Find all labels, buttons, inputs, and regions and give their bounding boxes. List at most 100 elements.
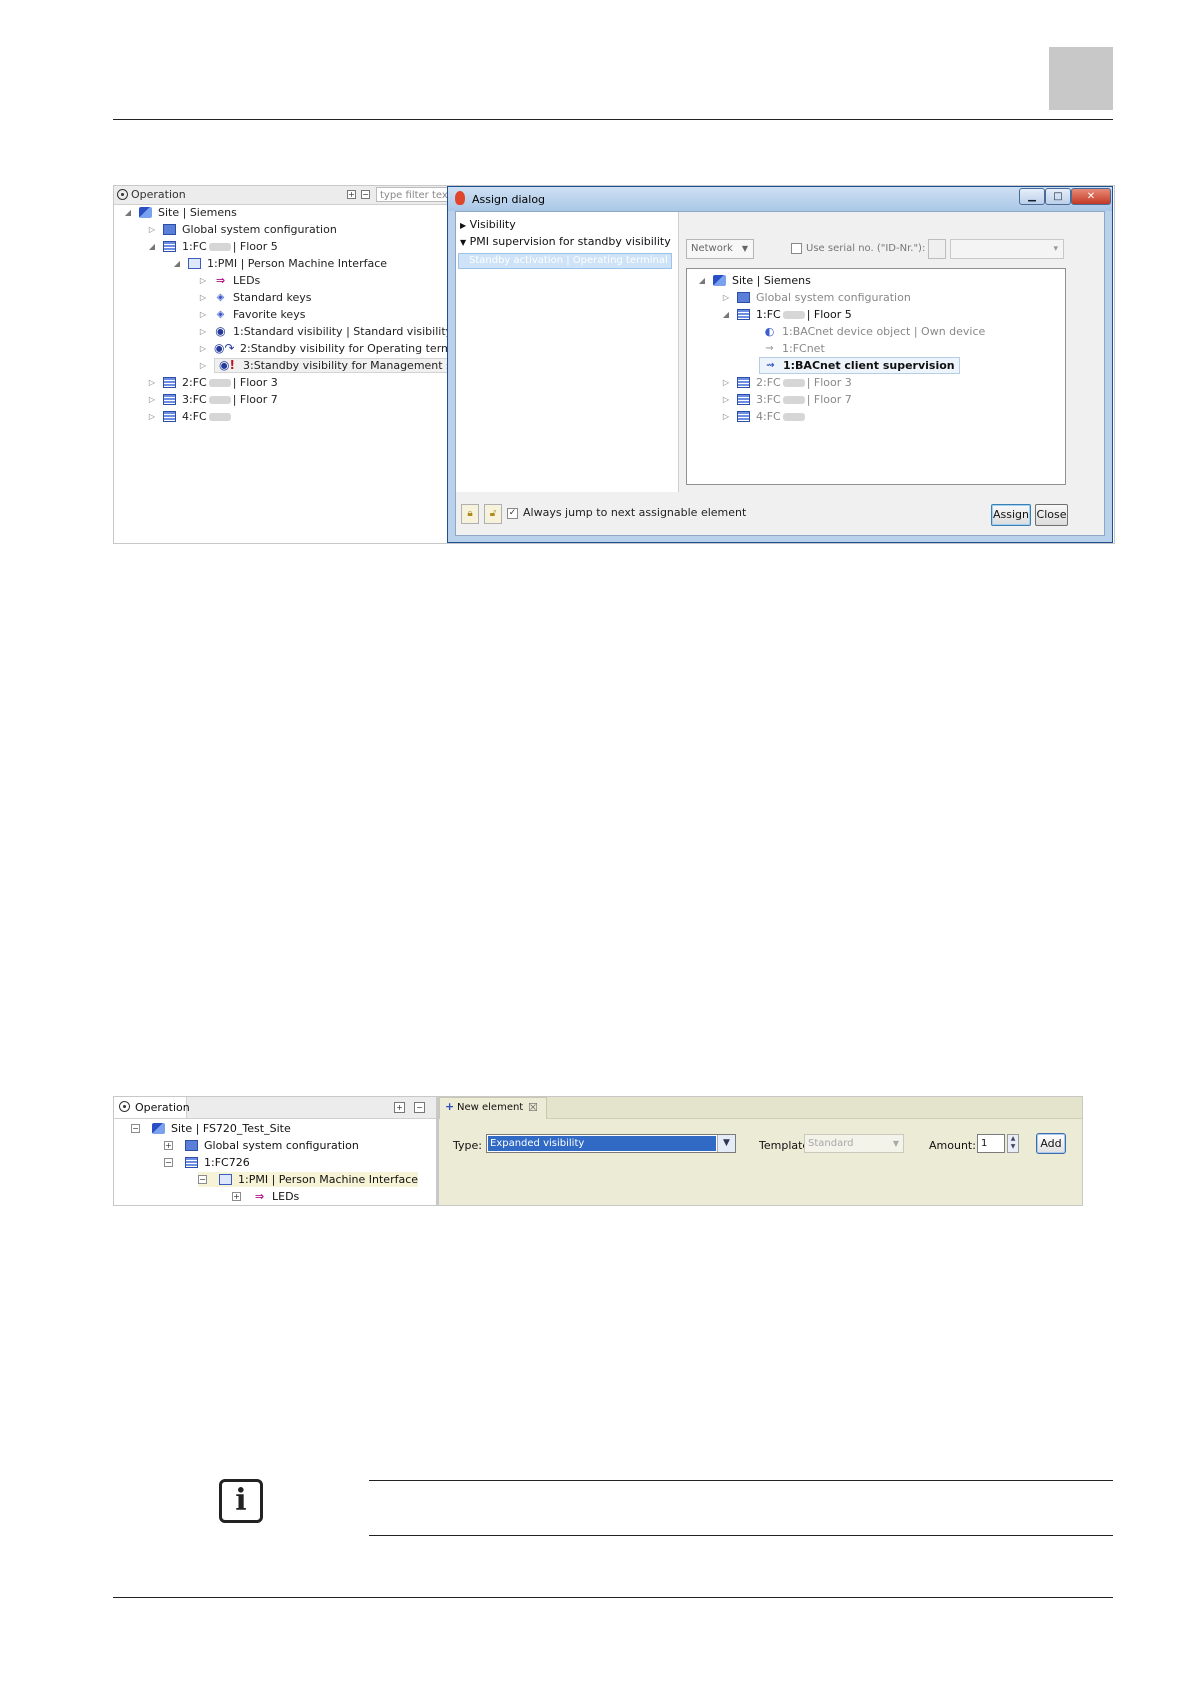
unlock-button[interactable]: 🔓︎	[484, 504, 502, 524]
tree-node-bacnet-device[interactable]: ◐ 1:BACnet device object | Own device	[763, 324, 986, 339]
tree-node-site[interactable]: ◢ Site | Siemens	[697, 273, 811, 288]
tree-node-fcnet[interactable]: ⇝ 1:FCnet	[763, 341, 824, 356]
tree-node-label: 1:BACnet client supervision	[783, 359, 955, 372]
maximize-button[interactable]: □	[1045, 188, 1071, 205]
tree-node-fc-floor3[interactable]: ▷ 2:FC | Floor 3	[147, 375, 278, 390]
tree-node-bacnet-client-supervision[interactable]: ⇝ 1:BACnet client supervision	[759, 357, 960, 374]
expand-all-button[interactable]: +	[394, 1102, 405, 1113]
tree-node-standby-management-station[interactable]: ▷ ◉! 3:Standby visibility for Management…	[198, 358, 487, 373]
footer-rule	[113, 1597, 1113, 1598]
expand-toggle-icon[interactable]: ▷	[721, 378, 731, 387]
list-item-label: PMI supervision for standby visibility	[469, 235, 671, 248]
assign-button[interactable]: Assign	[991, 504, 1031, 526]
tree-node-favorite-keys[interactable]: ▷ ◈ Favorite keys	[198, 307, 306, 322]
list-item-visibility[interactable]: ▶ Visibility	[460, 218, 516, 231]
operation-pane-title[interactable]: Operation	[117, 188, 186, 201]
expand-toggle-icon[interactable]: ◢	[697, 276, 707, 285]
template-dropdown[interactable]: Standard ▼	[804, 1134, 904, 1153]
minimize-button[interactable]: ▁	[1019, 188, 1045, 205]
dialog-title-bar[interactable]: Assign dialog ▁ □ ✕	[448, 187, 1112, 211]
redacted-text	[208, 395, 231, 404]
tree-node-label: Site | Siemens	[732, 274, 811, 287]
expand-toggle-icon[interactable]: ▷	[147, 395, 157, 404]
expand-toggle-icon[interactable]: ▷	[198, 293, 208, 302]
collapse-all-button[interactable]: −	[414, 1102, 425, 1113]
collapse-toggle-icon[interactable]: −	[164, 1158, 173, 1167]
expand-toggle-icon[interactable]: ▷	[721, 412, 731, 421]
tree-node-global-config[interactable]: ▷ Global system configuration	[147, 222, 337, 237]
tree-node-fc-4[interactable]: ▷ 4:FC	[147, 409, 233, 424]
tree-node-label: Standard keys	[233, 291, 312, 304]
selected-row[interactable]: ◉! 3:Standby visibility for Management s…	[214, 358, 487, 373]
tree-node-standby-operating-terminal[interactable]: ▷ ◉↷ 2:Standby visibility for Operating …	[198, 341, 472, 356]
tab-new-element[interactable]: + New element ☒	[439, 1097, 547, 1119]
tree-node-standard-visibility[interactable]: ▷ ◉ 1:Standard visibility | Standard vis…	[198, 324, 452, 339]
tree-node-label: Site | Siemens	[158, 206, 237, 219]
expand-toggle-icon[interactable]: ▷	[198, 276, 208, 285]
tree-node-pmi[interactable]: ◢ 1:PMI | Person Machine Interface	[172, 256, 387, 271]
network-dropdown[interactable]: Network ▼	[686, 239, 754, 259]
tree-node-fc-floor5[interactable]: ◢ 1:FC | Floor 5	[147, 239, 278, 254]
tree-node-site[interactable]: ◢ Site | Siemens	[123, 205, 237, 220]
expand-toggle-icon[interactable]: ▷	[198, 327, 208, 336]
list-item-pmi-supervision[interactable]: ▼ PMI supervision for standby visibility	[460, 235, 671, 248]
expand-toggle-icon[interactable]: ◢	[172, 259, 182, 268]
tree-node-fc-floor3[interactable]: ▷ 2:FC | Floor 3	[721, 375, 852, 390]
collapse-all-button[interactable]: −	[361, 190, 370, 199]
amount-stepper[interactable]: ▲ ▼	[1007, 1134, 1019, 1153]
expand-toggle-icon[interactable]: ◢	[123, 208, 133, 217]
expand-toggle-icon[interactable]: ▷	[721, 395, 731, 404]
serial-scan-button[interactable]	[928, 239, 946, 259]
fire-controller-icon	[163, 394, 176, 405]
tree-node-site[interactable]: − Site | FS720_Test_Site	[131, 1121, 291, 1136]
expand-toggle-icon[interactable]: ◢	[721, 310, 731, 319]
collapse-toggle-icon[interactable]: −	[131, 1124, 140, 1133]
list-item-selected[interactable]: Standby activation | Operating terminal	[458, 253, 672, 269]
expand-toggle-icon[interactable]: +	[164, 1141, 173, 1150]
collapse-toggle-icon[interactable]: −	[198, 1175, 207, 1184]
tree-node-leds[interactable]: + ⇒ LEDs	[232, 1189, 299, 1204]
tree-node-fc-floor5[interactable]: ◢ 1:FC | Floor 5	[721, 307, 852, 322]
expand-toggle-icon[interactable]: ▷	[721, 293, 731, 302]
operation-pane-header: Operation + − type filter text	[114, 186, 470, 205]
add-button[interactable]: Add	[1036, 1133, 1066, 1154]
amount-input[interactable]: 1	[977, 1134, 1005, 1153]
expand-toggle-icon[interactable]: ▷	[147, 378, 157, 387]
close-button[interactable]: Close	[1035, 504, 1068, 526]
operation-tab[interactable]: Operation	[114, 1097, 190, 1118]
tree-node-leds[interactable]: ▷ ⇒ LEDs	[198, 273, 260, 288]
eye-icon: ◉	[215, 324, 226, 338]
expand-all-button[interactable]: +	[347, 190, 356, 199]
close-tab-icon[interactable]: ☒	[528, 1101, 538, 1114]
expand-toggle-icon[interactable]: ◢	[147, 242, 157, 251]
led-arrow-icon: ⇒	[215, 274, 226, 287]
expand-toggle-icon[interactable]: ▷	[198, 310, 208, 319]
tree-node-fc-floor7[interactable]: ▷ 3:FC | Floor 7	[721, 392, 852, 407]
type-dropdown[interactable]: Expanded visibility ▼	[486, 1134, 736, 1153]
tree-node-label: 1:BACnet device object | Own device	[782, 325, 986, 338]
tree-node-label: LEDs	[272, 1190, 300, 1203]
tree-node-pmi[interactable]: − 1:PMI | Person Machine Interface	[198, 1172, 419, 1187]
tree-node-fc-floor7[interactable]: ▷ 3:FC | Floor 7	[147, 392, 278, 407]
tree-node-standard-keys[interactable]: ▷ ◈ Standard keys	[198, 290, 312, 305]
lock-button[interactable]: 🔒︎	[461, 504, 479, 524]
tree-node-fc726[interactable]: − 1:FC726	[164, 1155, 250, 1170]
expand-toggle-icon[interactable]: ▷	[198, 361, 208, 370]
expanded-arrow-icon: ▼	[460, 238, 467, 247]
expand-toggle-icon[interactable]: ▷	[147, 412, 157, 421]
always-jump-label: Always jump to next assignable element	[523, 506, 747, 519]
expand-toggle-icon[interactable]: +	[232, 1192, 241, 1201]
serial-dropdown[interactable]: ▾	[950, 239, 1064, 259]
close-window-button[interactable]: ✕	[1071, 188, 1111, 205]
use-serial-checkbox[interactable]	[791, 243, 802, 254]
expand-toggle-icon[interactable]: ▷	[198, 344, 208, 353]
tree-node-label-prefix: 3:FC	[182, 393, 207, 406]
new-element-icon: +	[445, 1100, 455, 1113]
tree-node-global-config[interactable]: ▷ Global system configuration	[721, 290, 911, 305]
always-jump-checkbox[interactable]: ✓	[507, 508, 518, 519]
redacted-text	[782, 412, 805, 421]
site-icon	[713, 275, 726, 286]
tree-node-fc-4[interactable]: ▷ 4:FC	[721, 409, 807, 424]
expand-toggle-icon[interactable]: ▷	[147, 225, 157, 234]
tree-node-global-config[interactable]: + Global system configuration	[164, 1138, 359, 1153]
